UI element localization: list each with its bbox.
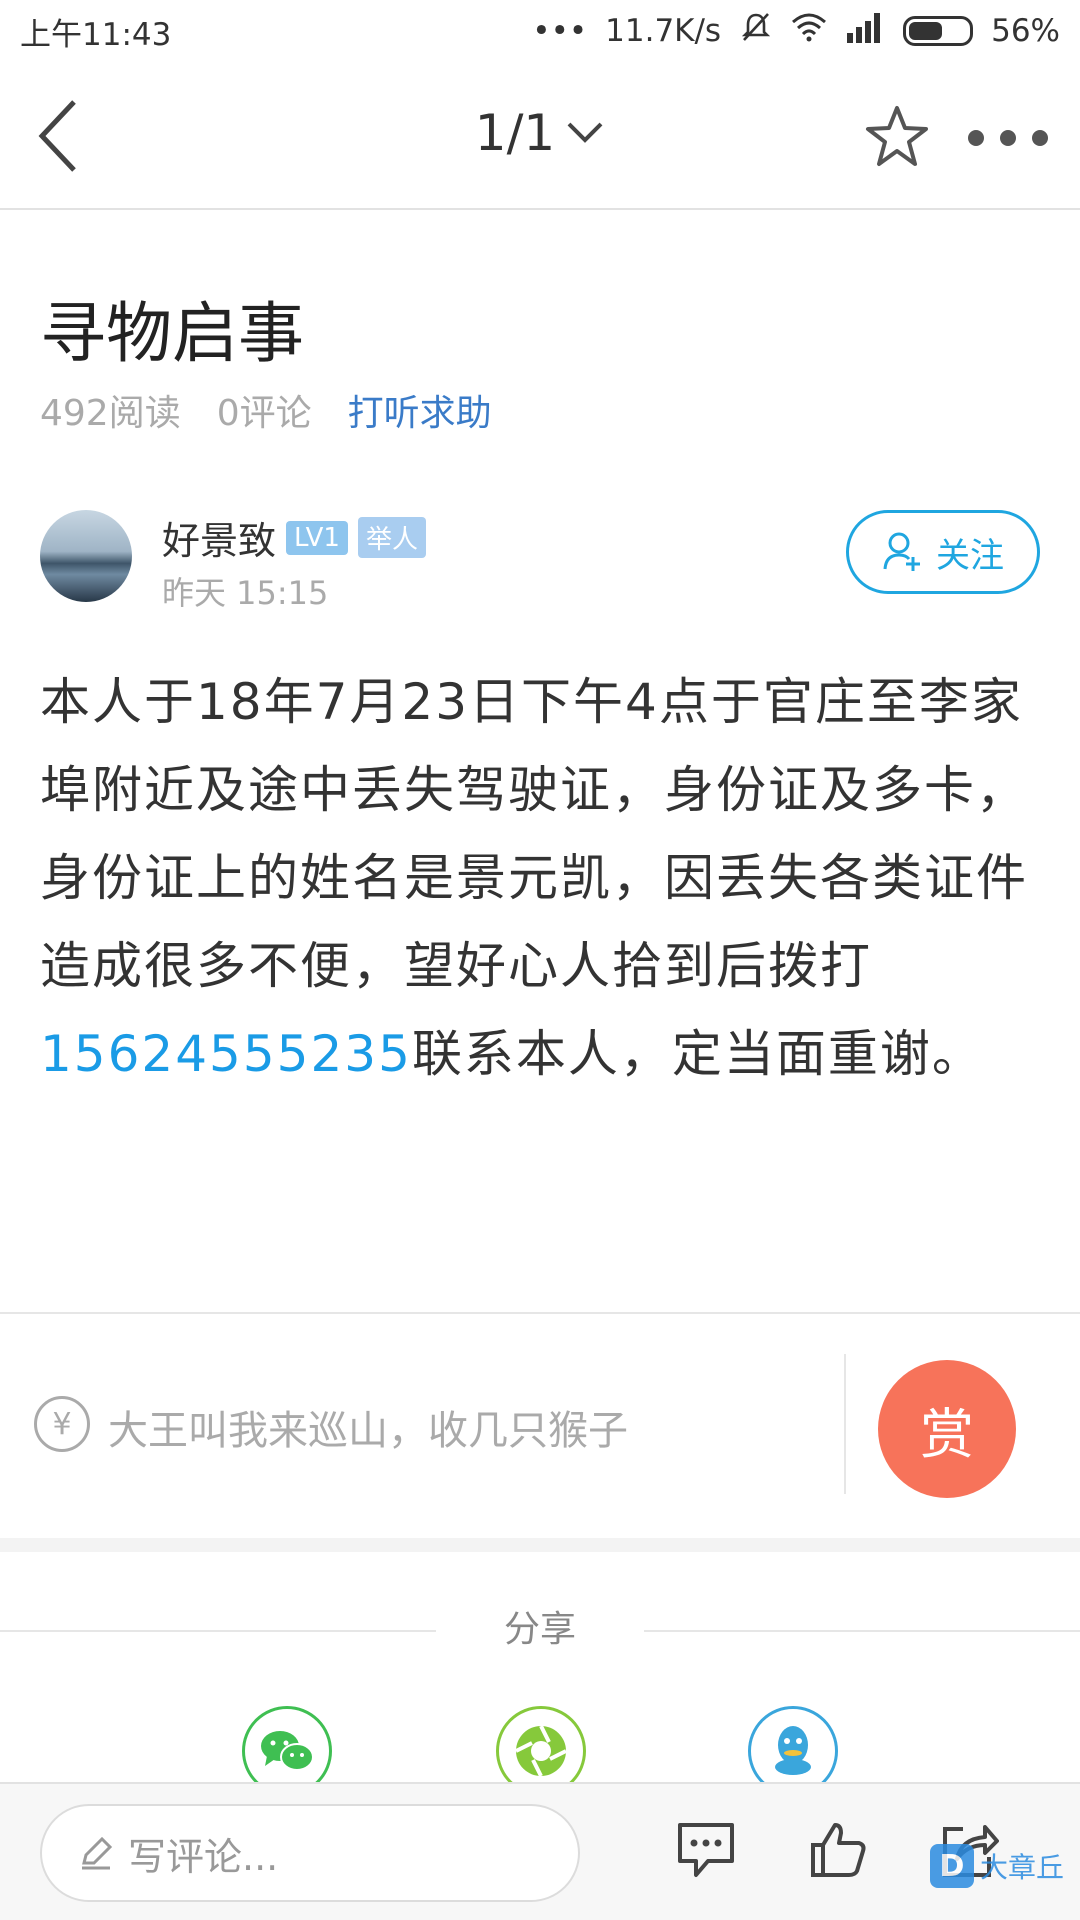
moments-icon (515, 1725, 567, 1777)
network-speed: 11.7K/s (605, 13, 722, 49)
watermark-logo: D (930, 1844, 974, 1888)
comment-count: 0评论 (216, 393, 312, 434)
comments-button[interactable] (670, 1814, 742, 1886)
share-header: 分享 (0, 1600, 1080, 1656)
phone-link[interactable]: 15624555235 (40, 1025, 412, 1083)
help-link[interactable]: 打听求助 (348, 384, 492, 436)
chevron-down-icon (567, 122, 603, 143)
qq-icon (775, 1726, 811, 1775)
divider (644, 1630, 1080, 1632)
role-badge: 举人 (357, 517, 426, 558)
status-time: 上午11:43 (20, 16, 172, 53)
star-icon (866, 106, 928, 166)
top-nav-bar: 1/1 (0, 62, 1080, 210)
post-time: 昨天 15:15 (162, 574, 329, 612)
mute-icon (739, 10, 773, 52)
bottom-action-bar: 写评论... D 大章丘 (0, 1782, 1080, 1920)
yen-icon: ¥ (34, 1396, 90, 1452)
status-dots: ••• (532, 13, 588, 49)
comment-bubble-icon (678, 1823, 734, 1877)
like-button[interactable] (802, 1814, 874, 1886)
reward-button[interactable]: 赏 (878, 1360, 1016, 1498)
avatar[interactable] (40, 510, 132, 602)
more-dot (1000, 130, 1016, 146)
section-gap (0, 1538, 1080, 1552)
author-name-row: 好景致 LV1 举人 (162, 510, 426, 565)
article-meta: 492阅读 0评论 打听求助 (40, 384, 492, 436)
favorite-button[interactable] (862, 102, 932, 172)
thumbs-up-icon (811, 1823, 866, 1877)
battery-icon (903, 16, 974, 46)
status-indicators: ••• 11.7K/s 56% (532, 10, 1060, 52)
article-body-text-end: 联系本人，定当面重谢。 (411, 1025, 984, 1083)
status-bar: 上午11:43 ••• 11.7K/s 56% (0, 0, 1080, 62)
article-body: 本人于18年7月23日下午4点于官庄至李家埠附近及途中丢失驾驶证，身份证及多卡，… (40, 658, 1040, 1098)
article-body-text: 本人于18年7月23日下午4点于官庄至李家埠附近及途中丢失驾驶证，身份证及多卡，… (40, 673, 1028, 995)
article-title: 寻物启事 (40, 295, 304, 372)
watermark: D 大章丘 (930, 1844, 1064, 1888)
signal-icon (845, 11, 885, 51)
author-row: 好景致 LV1 举人 昨天 15:15 关注 (40, 510, 1040, 612)
add-user-icon (883, 532, 920, 571)
divider (844, 1354, 846, 1494)
comment-placeholder: 写评论... (128, 1834, 279, 1879)
wifi-icon (791, 12, 827, 50)
read-count: 492阅读 (40, 393, 181, 434)
battery-percent: 56% (991, 13, 1060, 49)
more-dot (968, 130, 984, 146)
pencil-icon (82, 1836, 113, 1870)
reward-prompt: 大王叫我来巡山，收几只猴子 (108, 1408, 628, 1454)
watermark-text: 大章丘 (980, 1851, 1065, 1884)
more-dot (1032, 130, 1048, 146)
page-indicator-label: 1/1 (474, 104, 556, 162)
comment-input[interactable]: 写评论... (40, 1804, 580, 1902)
more-options-button[interactable] (968, 120, 1048, 156)
level-badge: LV1 (286, 520, 348, 555)
follow-label: 关注 (936, 535, 1004, 576)
reward-bar: ¥ 大王叫我来巡山，收几只猴子 赏 (0, 1314, 1080, 1538)
share-label: 分享 (503, 1609, 576, 1650)
follow-button[interactable]: 关注 (846, 510, 1040, 594)
author-name[interactable]: 好景致 (162, 510, 276, 565)
wechat-icon (261, 1731, 314, 1771)
